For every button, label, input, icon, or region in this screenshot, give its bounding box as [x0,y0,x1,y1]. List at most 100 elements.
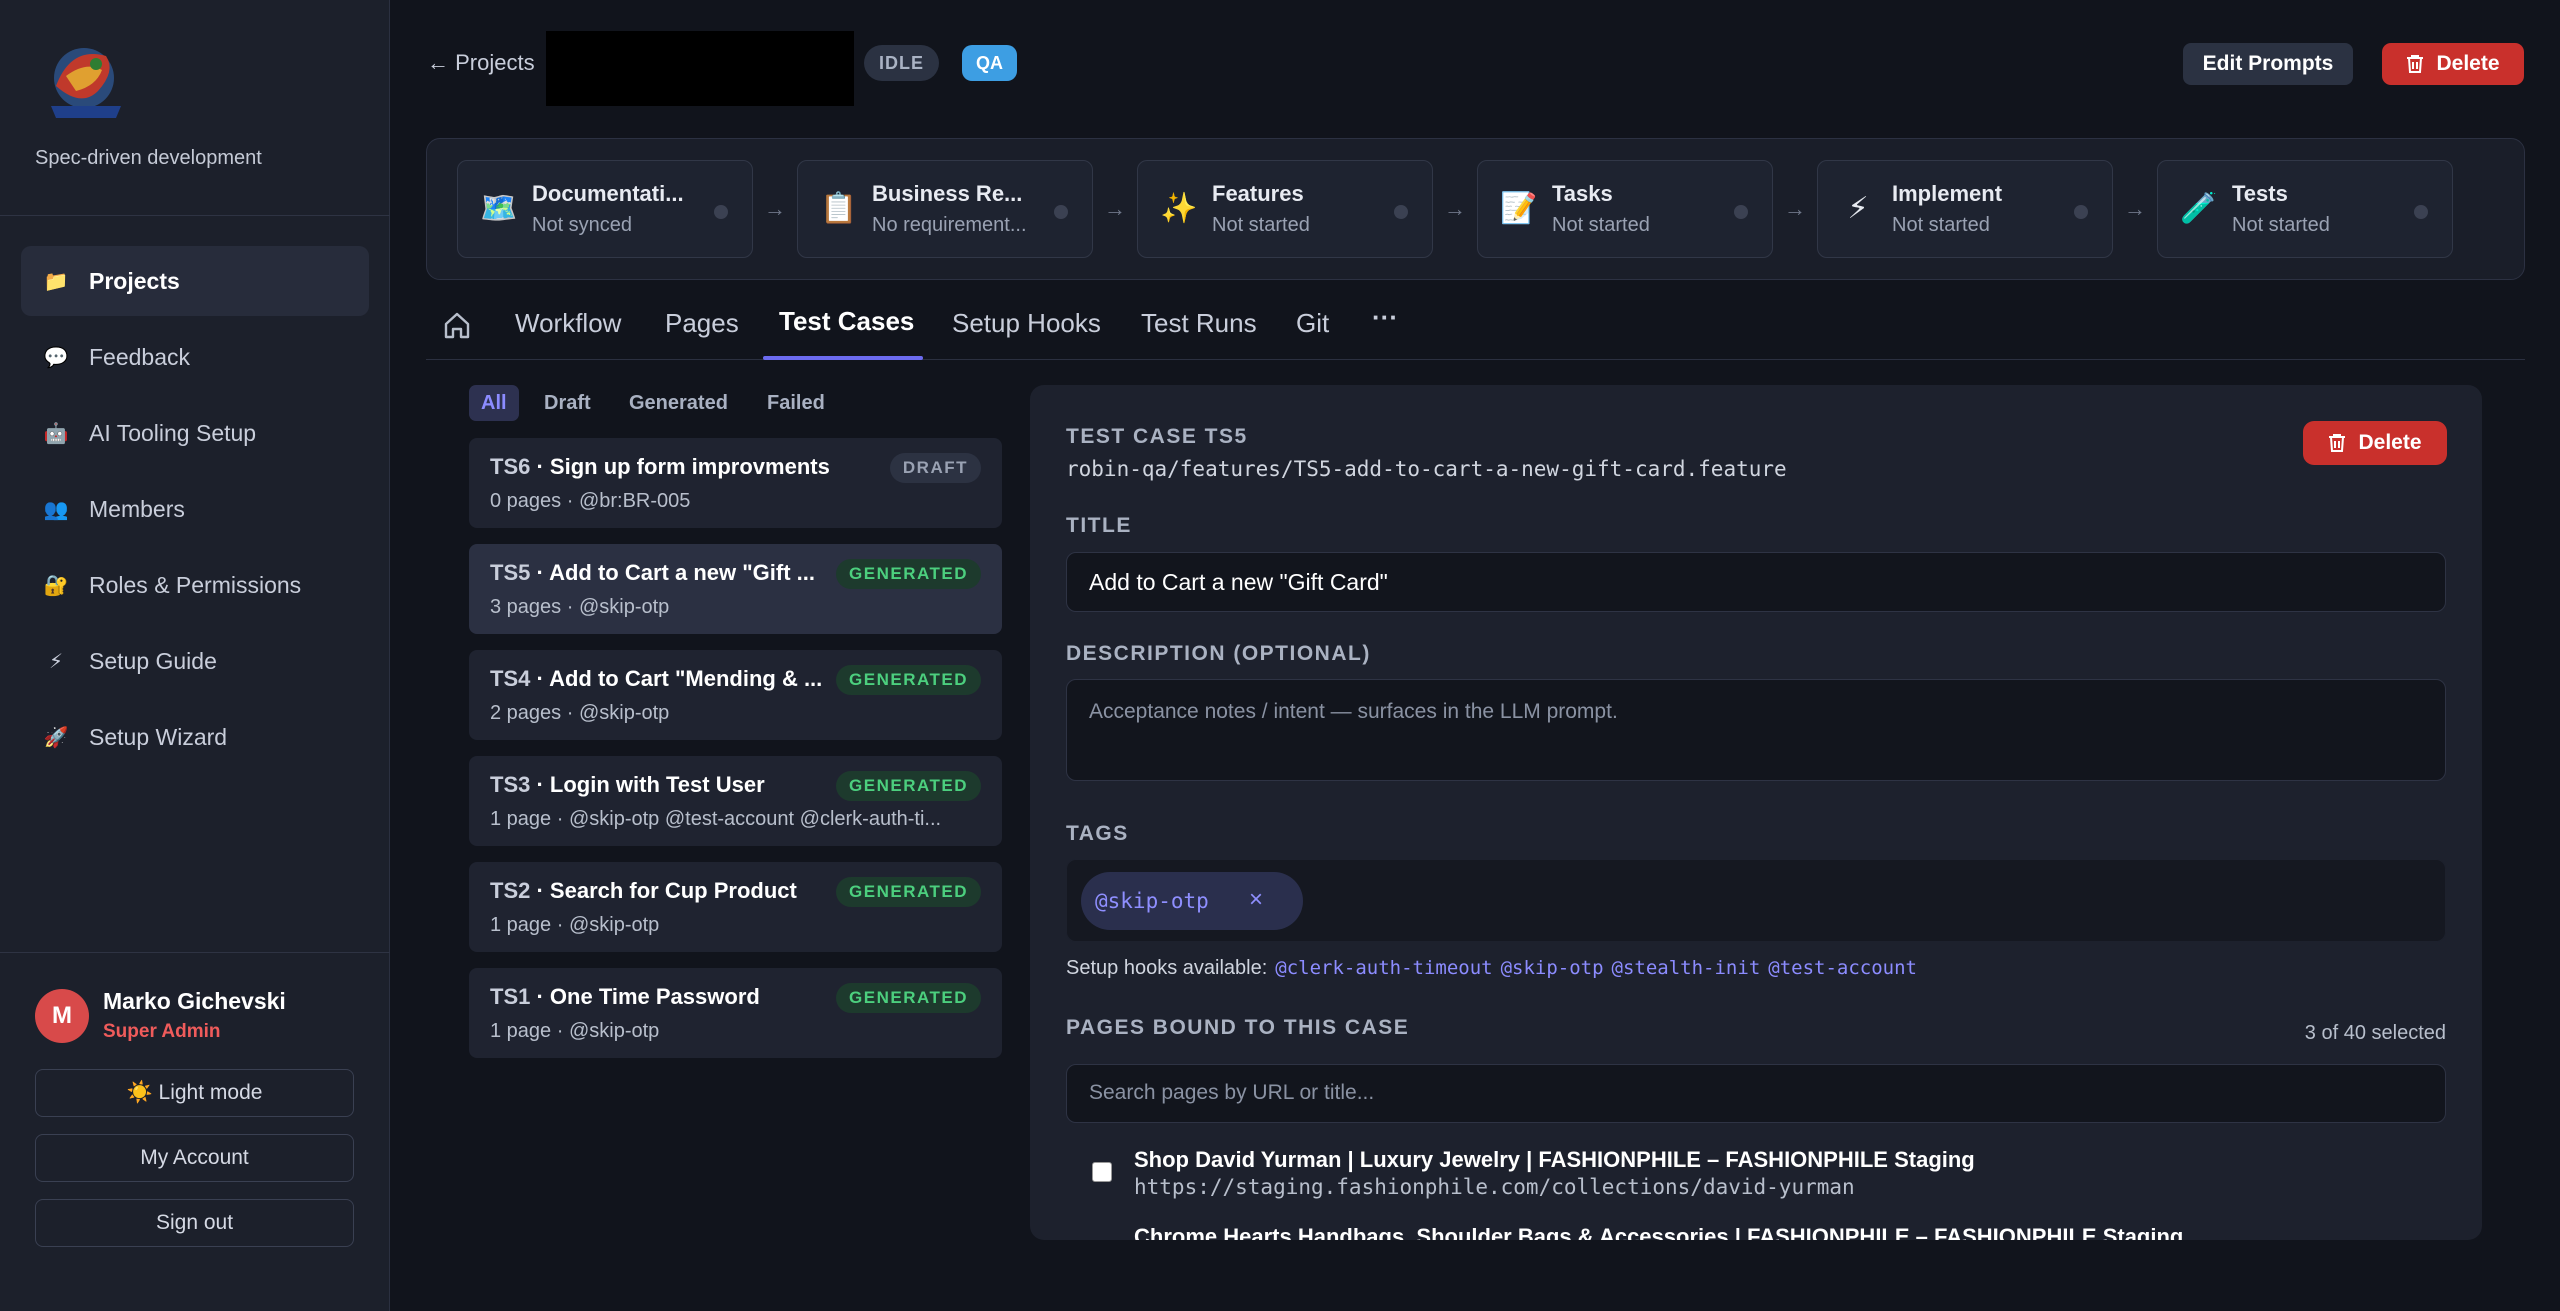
description-textarea[interactable]: Acceptance notes / intent — surfaces in … [1066,679,2446,781]
sidebar-item-ai-tooling-setup[interactable]: 🤖 AI Tooling Setup [21,398,369,468]
tab-workflow[interactable]: Workflow [515,308,621,339]
home-icon[interactable] [442,310,472,340]
arrow-right-icon: → [1104,196,1126,221]
stage-title: Tasks [1552,181,1613,206]
tab-pages[interactable]: Pages [665,308,739,339]
test-case-item[interactable]: TS4 · Add to Cart "Mending & ... 2 pages… [469,650,1002,740]
lightning-icon: ⚡ [48,650,64,673]
sidebar-item-projects[interactable]: 📁 Projects [21,246,369,316]
filter-failed[interactable]: Failed [755,385,837,421]
more-tabs-icon[interactable]: ··· [1372,302,1398,333]
app-logo[interactable] [36,36,140,126]
description-placeholder: Acceptance notes / intent — surfaces in … [1089,700,1618,723]
speech-bubble-icon: 💬 [43,346,69,369]
tags-label: TAGS [1066,822,1129,845]
stage-features[interactable]: ✨ Features Not started [1137,160,1433,258]
delete-test-case-button[interactable]: Delete [2303,421,2447,465]
stage-documentation[interactable]: 🗺️ Documentati... Not synced [457,160,753,258]
light-mode-button[interactable]: ☀️ Light mode [35,1069,354,1117]
stage-status: Not started [1892,214,1990,236]
sign-out-button[interactable]: Sign out [35,1199,354,1247]
test-case-item[interactable]: TS2 · Search for Cup Product 1 page · @s… [469,862,1002,952]
redacted-project-name [546,31,854,106]
user-role: Super Admin [103,1021,221,1042]
stage-business-requirements[interactable]: 📋 Business Re... No requirement... [797,160,1093,258]
delete-label: Delete [2436,52,2500,75]
stage-status-dot [1394,205,1408,219]
test-case-detail: TEST CASE TS5 robin-qa/features/TS5-add-… [1030,385,2482,1240]
hook-link[interactable]: @test-account [1768,957,1917,979]
feature-file-path: robin-qa/features/TS5-add-to-cart-a-new-… [1066,457,1787,481]
status-badge: GENERATED [836,877,981,907]
test-case-item[interactable]: TS6 · Sign up form improvments 0 pages ·… [469,438,1002,528]
stage-tests[interactable]: 🧪 Tests Not started [2157,160,2453,258]
folder-icon: 📁 [43,270,69,293]
stage-implement[interactable]: ⚡ Implement Not started [1817,160,2113,258]
case-meta: 1 page · @skip-otp [490,1020,660,1042]
sidebar-item-feedback[interactable]: 💬 Feedback [21,322,369,392]
case-title: One Time Password [549,984,760,1009]
case-id: TS6 [490,454,531,479]
tab-test-cases[interactable]: Test Cases [779,306,914,337]
stage-status: No requirement... [872,214,1027,236]
sidebar-item-label: AI Tooling Setup [89,419,257,446]
filter-all[interactable]: All [469,385,519,421]
people-icon: 👥 [43,498,69,521]
sidebar-item-setup-guide[interactable]: ⚡ Setup Guide [21,626,369,696]
status-badge: GENERATED [836,665,981,695]
sidebar-item-label: Feedback [89,343,191,370]
my-account-button[interactable]: My Account [35,1134,354,1182]
user-name: Marko Gichevski [103,988,286,1014]
filter-draft[interactable]: Draft [532,385,603,421]
hook-link[interactable]: @stealth-init [1612,957,1761,979]
back-to-projects-link[interactable]: ← Projects [427,50,535,76]
case-id: TS3 [490,772,531,797]
tab-git[interactable]: Git [1296,308,1329,339]
title-input[interactable]: Add to Cart a new "Gift Card" [1066,552,2446,612]
title-value: Add to Cart a new "Gift Card" [1089,569,1388,595]
sidebar: Spec-driven development 📁 Projects 💬 Fee… [0,0,390,1311]
status-badge: IDLE [864,45,940,81]
filter-generated[interactable]: Generated [617,385,740,421]
lightning-icon: ⚡ [1847,192,1869,225]
lock-key-icon: 🔐 [43,574,69,597]
page-title: Chrome Hearts Handbags, Shoulder Bags & … [1134,1224,2184,1240]
test-case-item[interactable]: TS5 · Add to Cart a new "Gift ... 3 page… [469,544,1002,634]
case-id: TS5 [490,560,531,585]
case-title: Add to Cart a new "Gift ... [549,560,815,585]
stage-status-dot [1734,205,1748,219]
stage-title: Documentati... [532,181,684,206]
search-pages-input[interactable]: Search pages by URL or title... [1066,1064,2446,1123]
page-checkbox[interactable] [1092,1162,1112,1182]
sidebar-item-roles-permissions[interactable]: 🔐 Roles & Permissions [21,550,369,620]
hook-link[interactable]: @clerk-auth-timeout [1275,957,1492,979]
tags-input[interactable]: @skip-otp × [1066,859,2446,942]
tab-test-runs[interactable]: Test Runs [1141,308,1257,339]
tag-label: @skip-otp [1095,889,1209,913]
stage-status: Not started [2232,214,2330,236]
project-tabs: Workflow Pages Test Cases Setup Hooks Te… [426,298,2525,360]
search-placeholder: Search pages by URL or title... [1089,1081,1375,1104]
trash-icon [2407,55,2424,73]
trash-icon [2329,434,2346,452]
avatar[interactable]: M [35,988,89,1043]
hook-link[interactable]: @skip-otp [1501,957,1604,979]
map-icon: 🗺️ [480,192,518,225]
delete-label: Delete [2358,431,2422,454]
case-meta: 3 pages · @skip-otp [490,596,670,618]
stage-status-dot [714,205,728,219]
test-case-item[interactable]: TS3 · Login with Test User 1 page · @ski… [469,756,1002,846]
stage-tasks[interactable]: 📝 Tasks Not started [1477,160,1773,258]
tab-setup-hooks[interactable]: Setup Hooks [952,308,1101,339]
remove-tag-icon[interactable]: × [1249,886,1263,914]
user-profile: M Marko Gichevski Super Admin [35,988,286,1043]
sidebar-item-setup-wizard[interactable]: 🚀 Setup Wizard [21,702,369,772]
stage-title: Features [1212,181,1304,206]
active-tab-indicator [763,356,923,360]
edit-prompts-button[interactable]: Edit Prompts [2183,43,2353,85]
delete-project-button[interactable]: Delete [2382,43,2524,85]
arrow-right-icon: → [2124,196,2146,221]
test-case-item[interactable]: TS1 · One Time Password 1 page · @skip-o… [469,968,1002,1058]
status-badge: GENERATED [836,983,981,1013]
sidebar-item-members[interactable]: 👥 Members [21,474,369,544]
